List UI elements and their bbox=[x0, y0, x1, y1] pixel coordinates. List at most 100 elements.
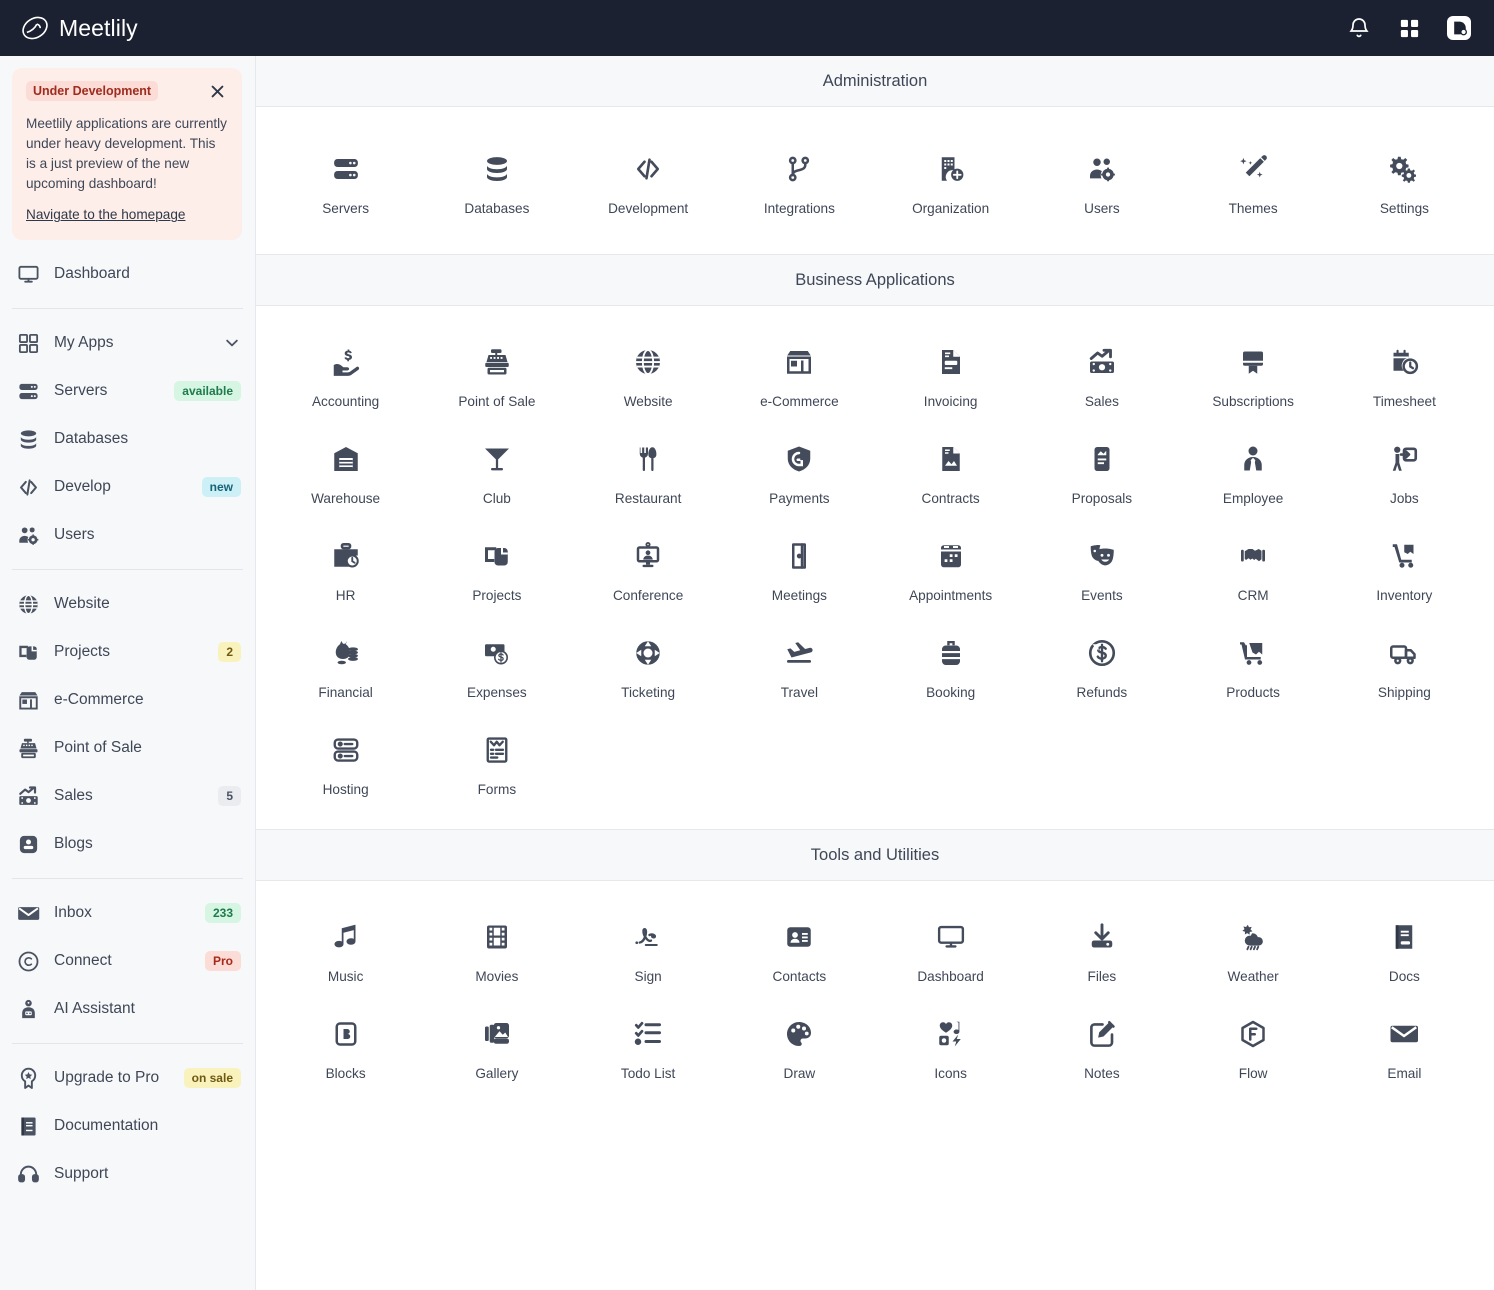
app-tile-crm[interactable]: CRM bbox=[1178, 522, 1329, 613]
app-tile-meetings[interactable]: Meetings bbox=[724, 522, 875, 613]
app-tile-website[interactable]: Website bbox=[573, 328, 724, 419]
close-icon[interactable] bbox=[207, 81, 228, 102]
app-tile-proposals[interactable]: Proposals bbox=[1026, 425, 1177, 516]
app-tile-servers[interactable]: Servers bbox=[270, 135, 421, 226]
app-tile-blocks[interactable]: Blocks bbox=[270, 1000, 421, 1091]
app-tile-themes[interactable]: Themes bbox=[1178, 135, 1329, 226]
sales-chart-icon bbox=[16, 785, 40, 808]
sidebar-item-develop[interactable]: Develop new bbox=[0, 463, 255, 511]
app-tile-employee[interactable]: Employee bbox=[1178, 425, 1329, 516]
sidebar-item-upgrade-to-pro[interactable]: Upgrade to Pro on sale bbox=[0, 1054, 255, 1102]
app-tile-docs[interactable]: Docs bbox=[1329, 903, 1480, 994]
account-avatar-icon[interactable] bbox=[1446, 15, 1472, 41]
app-tile-timesheet[interactable]: Timesheet bbox=[1329, 328, 1480, 419]
app-tile-hr[interactable]: HR bbox=[270, 522, 421, 613]
brand-logo[interactable]: Meetlily bbox=[20, 13, 138, 43]
app-tile-jobs[interactable]: Jobs bbox=[1329, 425, 1480, 516]
sidebar-item-projects[interactable]: Projects 2 bbox=[0, 628, 255, 676]
meetlily-leaf-icon bbox=[20, 13, 50, 43]
app-tile-music[interactable]: Music bbox=[270, 903, 421, 994]
flow-hexagon-f-icon bbox=[1238, 1012, 1268, 1056]
app-tile-files[interactable]: Files bbox=[1026, 903, 1177, 994]
sidebar-item-dashboard[interactable]: Dashboard bbox=[0, 250, 255, 298]
sidebar-item-servers[interactable]: Servers available bbox=[0, 367, 255, 415]
app-tile-events[interactable]: Events bbox=[1026, 522, 1177, 613]
app-tile-sales[interactable]: Sales bbox=[1026, 328, 1177, 419]
app-tile-forms[interactable]: Forms bbox=[421, 716, 572, 807]
app-tile-payments[interactable]: Payments bbox=[724, 425, 875, 516]
sidebar-item-users[interactable]: Users bbox=[0, 511, 255, 559]
sidebar-item-support[interactable]: Support bbox=[0, 1150, 255, 1198]
note-pencil-icon bbox=[1087, 1012, 1117, 1056]
app-tile-movies[interactable]: Movies bbox=[421, 903, 572, 994]
sidebar-item-badge: 2 bbox=[218, 642, 241, 663]
app-tile-refunds[interactable]: Refunds bbox=[1026, 619, 1177, 710]
app-tile-gallery[interactable]: Gallery bbox=[421, 1000, 572, 1091]
app-tile-organization[interactable]: Organization bbox=[875, 135, 1026, 226]
sidebar-item-blogs[interactable]: Blogs bbox=[0, 820, 255, 868]
chevron-down-icon[interactable] bbox=[223, 334, 241, 352]
app-tile-label: Proposals bbox=[1071, 491, 1133, 506]
cart-box-icon bbox=[1238, 631, 1268, 675]
app-tile-weather[interactable]: Weather bbox=[1178, 903, 1329, 994]
notifications-bell-icon[interactable] bbox=[1346, 15, 1372, 41]
globe-icon bbox=[16, 593, 40, 616]
app-tile-club[interactable]: Club bbox=[421, 425, 572, 516]
sidebar-item-sales[interactable]: Sales 5 bbox=[0, 772, 255, 820]
app-tile-icons[interactable]: Icons bbox=[875, 1000, 1026, 1091]
app-tile-expenses[interactable]: Expenses bbox=[421, 619, 572, 710]
app-tile-label: Travel bbox=[780, 685, 818, 700]
app-tile-e-commerce[interactable]: e-Commerce bbox=[724, 328, 875, 419]
app-tile-products[interactable]: Products bbox=[1178, 619, 1329, 710]
app-tile-label: Users bbox=[1084, 201, 1120, 216]
app-tile-warehouse[interactable]: Warehouse bbox=[270, 425, 421, 516]
app-tile-booking[interactable]: Booking bbox=[875, 619, 1026, 710]
app-tile-email[interactable]: Email bbox=[1329, 1000, 1480, 1091]
app-tile-restaurant[interactable]: Restaurant bbox=[573, 425, 724, 516]
sidebar-item-connect[interactable]: Connect Pro bbox=[0, 937, 255, 985]
app-tile-dashboard[interactable]: Dashboard bbox=[875, 903, 1026, 994]
app-tile-financial[interactable]: Financial bbox=[270, 619, 421, 710]
apps-grid-icon[interactable] bbox=[1396, 15, 1422, 41]
sidebar-item-label: Dashboard bbox=[54, 265, 130, 283]
sidebar-item-my-apps[interactable]: My Apps bbox=[0, 319, 255, 367]
palette-icon bbox=[784, 1012, 814, 1056]
sidebar-item-ai-assistant[interactable]: AI Assistant bbox=[0, 985, 255, 1033]
app-tile-draw[interactable]: Draw bbox=[724, 1000, 875, 1091]
app-tile-databases[interactable]: Databases bbox=[421, 135, 572, 226]
app-tile-projects[interactable]: Projects bbox=[421, 522, 572, 613]
sidebar-item-documentation[interactable]: Documentation bbox=[0, 1102, 255, 1150]
app-tile-subscriptions[interactable]: Subscriptions bbox=[1178, 328, 1329, 419]
fork-knife-icon bbox=[633, 437, 663, 481]
app-tile-notes[interactable]: Notes bbox=[1026, 1000, 1177, 1091]
app-tile-contacts[interactable]: Contacts bbox=[724, 903, 875, 994]
app-tile-point-of-sale[interactable]: Point of Sale bbox=[421, 328, 572, 419]
app-tile-users[interactable]: Users bbox=[1026, 135, 1177, 226]
app-tile-contracts[interactable]: Contracts bbox=[875, 425, 1026, 516]
sidebar-item-e-commerce[interactable]: e-Commerce bbox=[0, 676, 255, 724]
app-tile-accounting[interactable]: Accounting bbox=[270, 328, 421, 419]
app-tile-flow[interactable]: Flow bbox=[1178, 1000, 1329, 1091]
alert-homepage-link[interactable]: Navigate to the homepage bbox=[26, 207, 185, 222]
projects-icon bbox=[482, 534, 512, 578]
app-tile-ticketing[interactable]: Ticketing bbox=[573, 619, 724, 710]
app-tile-travel[interactable]: Travel bbox=[724, 619, 875, 710]
app-tile-hosting[interactable]: Hosting bbox=[270, 716, 421, 807]
theater-masks-icon bbox=[1087, 534, 1117, 578]
app-tile-invoicing[interactable]: Invoicing bbox=[875, 328, 1026, 419]
sidebar-item-databases[interactable]: Databases bbox=[0, 415, 255, 463]
app-tile-settings[interactable]: Settings bbox=[1329, 135, 1480, 226]
app-tile-todo-list[interactable]: Todo List bbox=[573, 1000, 724, 1091]
app-tile-shipping[interactable]: Shipping bbox=[1329, 619, 1480, 710]
sidebar-item-point-of-sale[interactable]: Point of Sale bbox=[0, 724, 255, 772]
app-tile-development[interactable]: Development bbox=[573, 135, 724, 226]
app-tile-sign[interactable]: Sign bbox=[573, 903, 724, 994]
sidebar-item-website[interactable]: Website bbox=[0, 580, 255, 628]
app-tile-inventory[interactable]: Inventory bbox=[1329, 522, 1480, 613]
app-tile-appointments[interactable]: Appointments bbox=[875, 522, 1026, 613]
sidebar-item-inbox[interactable]: Inbox 233 bbox=[0, 889, 255, 937]
app-tile-label: Sales bbox=[1084, 394, 1119, 409]
app-tile-label: HR bbox=[335, 588, 356, 603]
app-tile-conference[interactable]: Conference bbox=[573, 522, 724, 613]
app-tile-integrations[interactable]: Integrations bbox=[724, 135, 875, 226]
